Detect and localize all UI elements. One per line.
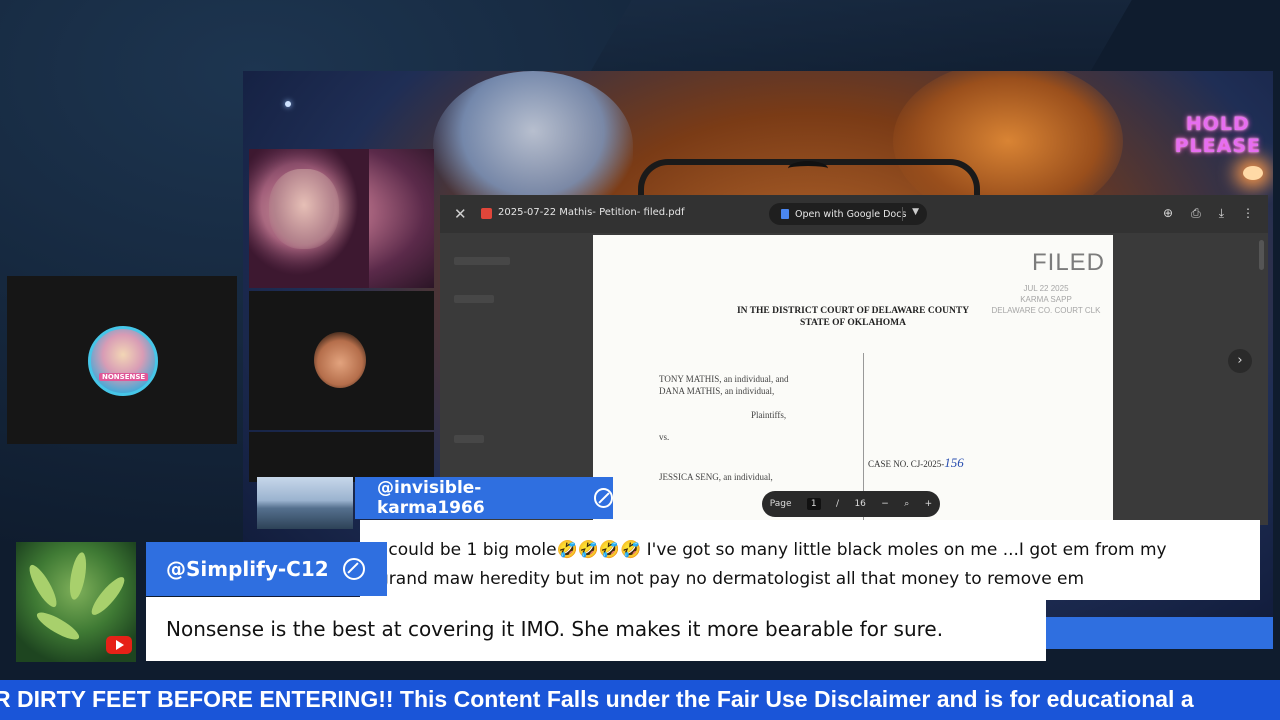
youtube-icon (106, 636, 132, 654)
page-label: Page (769, 499, 792, 509)
please-text: PLEASE (1174, 135, 1261, 157)
participant-tile-host: NONSENSE (7, 276, 237, 444)
ticker-text: R DIRTY FEET BEFORE ENTERING!! This Cont… (0, 686, 1194, 712)
avatar (314, 332, 366, 388)
participant-tile-3 (249, 432, 434, 482)
open-with-label: Open with Google Docs (795, 208, 907, 220)
download-icon[interactable]: ⤓ (1219, 206, 1224, 221)
sparkle-icon (285, 101, 291, 107)
close-icon[interactable]: ✕ (454, 205, 467, 223)
chat-message-box: Nonsense is the best at covering it IMO.… (146, 597, 1046, 661)
open-with-google-docs-button[interactable]: Open with Google Docs ▼ (769, 203, 927, 225)
plaintiff-1: TONY MATHIS, an individual, and (659, 374, 789, 384)
zoom-in-icon[interactable]: + (925, 499, 933, 509)
chat-username: @invisible-karma1966 (377, 478, 485, 518)
plant-leaf (87, 573, 129, 619)
defendant-1: JESSICA SENG, an individual, (659, 472, 773, 482)
current-page-input[interactable]: 1 (806, 498, 821, 510)
next-page-icon[interactable]: › (1228, 349, 1252, 373)
pdf-page: FILED JUL 22 2025 KARMA SAPP DELAWARE CO… (593, 235, 1113, 533)
avatar: NONSENSE (88, 326, 158, 396)
chat-user-thumbnail (257, 477, 353, 529)
zoom-out-icon[interactable]: − (881, 499, 889, 509)
court-heading: IN THE DISTRICT COURT OF DELAWARE COUNTY… (593, 305, 1113, 329)
google-docs-icon (781, 209, 789, 219)
hold-please-sign: HOLD PLEASE (1175, 113, 1261, 157)
scrollbar[interactable] (1259, 240, 1264, 270)
add-to-drive-icon[interactable]: ⊕ (1163, 206, 1173, 221)
case-number-value: 156 (944, 455, 964, 470)
participant-tile-2 (249, 291, 434, 430)
filed-stamp: FILED (1031, 249, 1105, 276)
ghost-ui-line (454, 257, 510, 265)
vs-label: vs. (659, 432, 670, 442)
chat-message-line-1: I could be 1 big mole🤣🤣🤣🤣 I've got so ma… (378, 540, 1167, 560)
pdf-file-icon (481, 208, 492, 219)
news-ticker: R DIRTY FEET BEFORE ENTERING!! This Cont… (0, 680, 1280, 720)
chat-message-line-2: grand maw heredity but im not pay no der… (378, 569, 1085, 589)
button-divider (902, 207, 903, 221)
avatar-label: NONSENSE (99, 373, 149, 381)
light-glow (1243, 166, 1263, 180)
hold-text: HOLD (1185, 113, 1250, 135)
page-controls: Page 1 / 16 − ⌕ + (762, 491, 940, 517)
chat-accent-bar (1018, 617, 1273, 649)
chat-message-box: I could be 1 big mole🤣🤣🤣🤣 I've got so ma… (360, 520, 1260, 600)
video-face (269, 169, 339, 249)
verified-icon (593, 488, 613, 508)
pdf-viewer: ✕ 2025-07-22 Mathis- Petition- filed.pdf… (440, 195, 1268, 533)
chevron-down-icon[interactable]: ▼ (912, 207, 919, 217)
plant-leaf (33, 607, 83, 645)
ghost-ui-line (454, 295, 494, 303)
stamp-clerk: KARMA SAPP (1020, 295, 1072, 304)
verified-icon (342, 558, 365, 580)
plant-leaf (24, 561, 62, 611)
pdf-file-name: 2025-07-22 Mathis- Petition- filed.pdf (498, 207, 685, 218)
glasses-bridge (788, 161, 828, 176)
stamp-date: JUL 22 2025 (1023, 284, 1069, 293)
more-options-icon[interactable]: ⋮ (1242, 206, 1254, 221)
chat-username-banner: @Simplify-C12 (146, 542, 387, 596)
print-icon[interactable]: ⎙ (1191, 206, 1201, 221)
court-line-1: IN THE DISTRICT COURT OF DELAWARE COUNTY (736, 306, 970, 316)
plaintiffs-label: Plaintiffs, (751, 410, 787, 420)
plaintiff-2: DANA MATHIS, an individual, (659, 386, 775, 396)
total-pages: 16 (854, 499, 866, 509)
plant-leaf (66, 551, 90, 601)
participant-video-1 (249, 149, 434, 288)
ghost-ui-line (454, 435, 484, 443)
case-number-label: CASE NO. CJ-2025- (868, 459, 945, 469)
zoom-icon[interactable]: ⌕ (904, 499, 909, 509)
case-number: CASE NO. CJ-2025-156 (868, 455, 964, 471)
pdf-tools: ⊕ ⎙ ⤓ ⋮ (1163, 206, 1254, 221)
pdf-toolbar: ✕ 2025-07-22 Mathis- Petition- filed.pdf… (440, 195, 1268, 233)
chat-message-text: Nonsense is the best at covering it IMO.… (166, 617, 944, 641)
chat-username-banner: @invisible-karma1966 (355, 477, 613, 519)
page-separator: / (836, 499, 840, 509)
chat-username: @Simplify-C12 (166, 557, 329, 581)
court-line-2: STATE OF OKLAHOMA (800, 318, 906, 328)
